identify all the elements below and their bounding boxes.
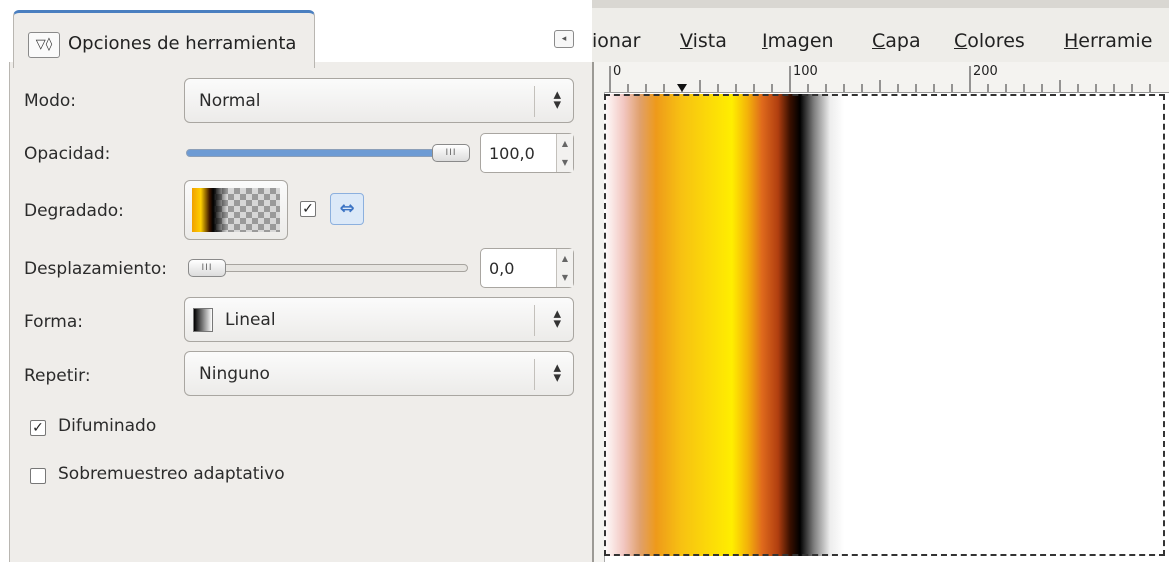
- horizontal-ruler[interactable]: 0 100 200: [594, 62, 1169, 93]
- repeat-label: Repetir:: [24, 366, 91, 386]
- opacity-spinbox[interactable]: 100,0 ▲ ▼: [480, 133, 574, 173]
- shape-label: Forma:: [24, 312, 83, 332]
- spin-arrows-icon[interactable]: ▲ ▼: [556, 134, 573, 172]
- mode-value: Normal: [199, 91, 261, 111]
- gradient-picker-button[interactable]: [184, 180, 288, 240]
- menu-colors[interactable]: Colores: [954, 30, 1025, 52]
- combo-separator: [534, 359, 535, 390]
- spin-arrows-icon[interactable]: ▲ ▼: [556, 249, 573, 287]
- gradient-preview: [192, 188, 280, 232]
- menu-image[interactable]: Imagen: [762, 30, 834, 52]
- menu-view[interactable]: Vista: [680, 30, 727, 52]
- mode-select[interactable]: Normal ▴ ▾: [184, 78, 574, 123]
- ruler-ticks: [609, 66, 1151, 92]
- gradient-label: Degradado:: [24, 201, 124, 221]
- offset-slider[interactable]: [188, 264, 468, 272]
- shape-select[interactable]: Lineal ▴ ▾: [184, 297, 574, 342]
- layer-boundary: [604, 94, 1165, 556]
- menu-layer[interactable]: Capa: [872, 30, 921, 52]
- tool-options-icon: ▽◊: [28, 32, 60, 58]
- chevron-updown-icon: ▴ ▾: [553, 358, 561, 386]
- adaptive-supersampling-checkbox[interactable]: [30, 468, 46, 484]
- tab-tool-options[interactable]: ▽◊ Opciones de herramienta: [13, 10, 315, 68]
- opacity-label: Opacidad:: [24, 144, 111, 164]
- opacity-value: 100,0: [489, 144, 535, 163]
- offset-spinbox[interactable]: 0,0 ▲ ▼: [480, 248, 574, 288]
- dither-checkbox[interactable]: ✓: [30, 420, 46, 436]
- panel-menu-arrow-icon[interactable]: ◂: [554, 30, 574, 48]
- combo-separator: [534, 305, 535, 336]
- menu-tools[interactable]: Herramie: [1064, 30, 1152, 52]
- ruler-label: 0: [613, 64, 622, 79]
- title-strip: [592, 0, 1169, 8]
- ruler-label: 200: [973, 64, 998, 79]
- opacity-slider-handle[interactable]: III: [432, 144, 470, 162]
- ruler-pointer-icon: [677, 84, 687, 92]
- repeat-value: Ninguno: [199, 364, 270, 384]
- tab-title: Opciones de herramienta: [68, 33, 297, 54]
- swap-arrows-icon[interactable]: ⇔: [330, 193, 364, 225]
- repeat-select[interactable]: Ninguno ▴ ▾: [184, 351, 574, 396]
- combo-separator: [534, 86, 535, 117]
- image-menubar: ionar Vista Imagen Capa Colores Herramie: [592, 0, 1169, 62]
- tool-options-panel: ▽◊ Opciones de herramienta ◂ Modo: Norma…: [0, 0, 594, 562]
- adaptive-supersampling-label: Sobremuestreo adaptativo: [58, 464, 285, 484]
- linear-shape-icon: [193, 308, 213, 332]
- opacity-slider[interactable]: [186, 149, 468, 157]
- shape-value: Lineal: [225, 310, 276, 330]
- dither-label: Difuminado: [58, 416, 157, 436]
- chevron-updown-icon: ▴ ▾: [553, 85, 561, 113]
- menu-select[interactable]: ionar: [592, 30, 640, 52]
- offset-label: Desplazamiento:: [24, 259, 167, 279]
- offset-slider-handle[interactable]: III: [188, 259, 226, 277]
- ruler-label: 100: [793, 64, 818, 79]
- gradient-reverse-checkbox[interactable]: ✓: [300, 201, 316, 217]
- chevron-updown-icon: ▴ ▾: [553, 304, 561, 332]
- mode-label: Modo:: [24, 91, 76, 111]
- offset-value: 0,0: [489, 259, 515, 278]
